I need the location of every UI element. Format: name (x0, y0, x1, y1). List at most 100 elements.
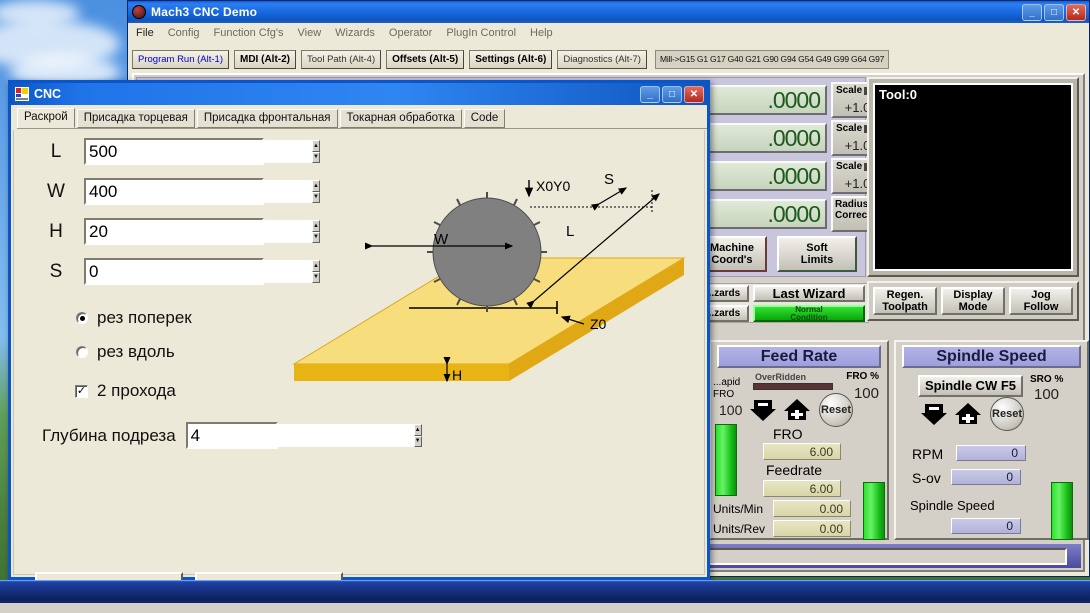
radius-correct-label: Radius Correct (835, 199, 871, 221)
input-depth-wrapper: ▲ ▼ (185, 422, 422, 449)
menu-item-config[interactable]: Config (168, 27, 200, 39)
depth-label: Глубина подреза (42, 425, 176, 445)
menu-item-help[interactable]: Help (530, 27, 553, 39)
label-h: H (452, 367, 462, 383)
radio-cut-across[interactable]: рез поперек (76, 308, 192, 328)
label-s: S (604, 171, 614, 188)
label-x0y0: X0Y0 (536, 178, 570, 194)
feed-rate-left-value[interactable]: 100 (719, 402, 742, 418)
checkbox-icon[interactable]: ✓ (75, 384, 88, 398)
mach3-toolbar: Program Run (Alt-1) MDI (Alt-2) Tool Pat… (132, 47, 1085, 71)
soft-limits-label: Soft Limits (800, 242, 834, 266)
sro-percent-value[interactable]: 100 (1034, 386, 1059, 403)
feedrate-value[interactable]: 6.00 (763, 480, 841, 497)
input-w-wrapper: ▲ ▼ (84, 178, 320, 205)
cnc-tab-content: L ▲ ▼ W ▲ ▼ (13, 130, 705, 613)
cnc-maximize-button[interactable]: □ (662, 85, 682, 103)
mach3-title-text: Mach3 CNC Demo (151, 5, 258, 19)
tab-settings[interactable]: Settings (Alt-6) (469, 49, 553, 69)
cnc-dialog: CNC _ □ ✕ Раскрой Присадка торцевая Прис… (8, 80, 710, 613)
menu-item-view[interactable]: View (298, 27, 322, 39)
radio-button-icon[interactable] (76, 312, 88, 324)
tab-tool-path[interactable]: Tool Path (Alt-4) (301, 49, 382, 69)
rpm-label: RPM (912, 446, 944, 462)
spinner-depth: ▲ ▼ (413, 424, 422, 447)
display-mode-label: Display Mode (953, 289, 993, 313)
sro-percent-label: SRO % (1030, 374, 1064, 385)
tab-prisadka-tortsevaya[interactable]: Присадка торцевая (76, 109, 195, 128)
toolpath-display[interactable]: Tool:0 (873, 83, 1073, 271)
checkbox-two-passes-label: 2 прохода (97, 381, 176, 400)
fro-increase-button[interactable] (783, 398, 811, 422)
dro-x-value[interactable]: .0000 (697, 85, 827, 115)
radio-button-icon[interactable] (76, 346, 88, 358)
close-button[interactable]: ✕ (1066, 3, 1086, 21)
tab-mdi[interactable]: MDI (Alt-2) (234, 49, 296, 69)
units-min-label: Units/Min (713, 502, 764, 516)
spindle-speed-bargraph (1051, 482, 1073, 540)
sov-value[interactable]: 0 (951, 469, 1021, 485)
display-mode-button[interactable]: Display Mode (941, 287, 1005, 315)
jog-follow-button[interactable]: Jog Follow (1009, 287, 1073, 315)
menu-item-function-cfgs[interactable]: Function Cfg's (214, 27, 284, 39)
taskbar-bottom-strip (0, 603, 1090, 613)
cnc-minimize-button[interactable]: _ (640, 85, 660, 103)
fro-decrease-button[interactable] (749, 398, 777, 422)
tab-program-run[interactable]: Program Run (Alt-1) (132, 49, 229, 69)
dro-z-value[interactable]: .0000 (697, 161, 827, 191)
units-rev-value[interactable]: 0.00 (773, 520, 851, 537)
sro-reset-button[interactable]: Reset (990, 397, 1024, 431)
feed-rate-overridden-label: OverRidden (755, 372, 807, 382)
tab-raskroy[interactable]: Раскрой (17, 108, 75, 128)
label-w: W (47, 180, 65, 202)
checkbox-two-passes[interactable]: ✓ 2 прохода (75, 381, 176, 401)
tab-offsets[interactable]: Offsets (Alt-5) (386, 49, 465, 69)
spindle-cw-button[interactable]: Spindle CW F5 (918, 375, 1023, 397)
fro-value[interactable]: 6.00 (763, 443, 841, 460)
spin-up-icon[interactable]: ▲ (413, 424, 422, 436)
tab-code[interactable]: Code (463, 109, 506, 128)
spindle-speed-panel: Spindle Speed Spindle CW F5 SRO % 100 Re… (894, 340, 1089, 540)
minimize-button[interactable]: _ (1022, 3, 1042, 21)
feed-rate-rapid-label: ...apid (713, 377, 741, 388)
input-depth[interactable] (187, 424, 414, 447)
label-z0: Z0 (590, 316, 607, 332)
mach3-menubar: File Config Function Cfg's View Wizards … (128, 23, 1089, 43)
cnc-window-controls: _ □ ✕ (640, 85, 707, 103)
depth-row: Глубина подреза ▲ ▼ (42, 422, 422, 449)
regen-toolpath-button[interactable]: Regen. Toolpath (873, 287, 937, 315)
menu-item-wizards[interactable]: Wizards (335, 27, 375, 39)
feed-rate-bargraph (715, 424, 737, 496)
cnc-titlebar: CNC _ □ ✕ (11, 83, 707, 105)
sro-decrease-button[interactable] (920, 402, 948, 426)
scale-label: Scale (836, 161, 863, 172)
dro-a-value[interactable]: .0000 (697, 199, 827, 229)
tab-tokarnaya-obrabotka[interactable]: Токарная обработка (339, 109, 462, 128)
input-s-wrapper: ▲ ▼ (84, 258, 320, 285)
fro-reset-button[interactable]: Reset (819, 393, 853, 427)
radio-cut-along[interactable]: рез вдоль (76, 342, 175, 362)
sro-increase-button[interactable] (954, 402, 982, 426)
spindle-speed-value[interactable]: 0 (951, 518, 1021, 534)
fro-label: FRO (773, 426, 803, 442)
soft-limits-button[interactable]: Soft Limits (777, 236, 857, 272)
menu-item-operator[interactable]: Operator (389, 27, 432, 39)
dro-y-value[interactable]: .0000 (697, 123, 827, 153)
units-min-value[interactable]: 0.00 (773, 500, 851, 517)
regen-toolpath-label: Regen. Toolpath (882, 289, 928, 313)
desktop: Mach3 CNC Demo _ □ ✕ File Config Functio… (0, 0, 1090, 613)
last-wizard-button[interactable]: Last Wizard (753, 285, 865, 302)
tool-number-label: Tool:0 (879, 87, 918, 102)
input-l-wrapper: ▲ ▼ (84, 138, 320, 165)
tab-diagnostics[interactable]: Diagnostics (Alt-7) (557, 49, 647, 69)
menu-item-file[interactable]: File (136, 27, 154, 39)
fro-percent-value[interactable]: 100 (854, 385, 879, 402)
label-l: L (566, 223, 574, 240)
tab-prisadka-frontalnaya[interactable]: Присадка фронтальная (196, 109, 338, 128)
cnc-close-button[interactable]: ✕ (684, 85, 704, 103)
rpm-value[interactable]: 0 (956, 445, 1026, 461)
maximize-button[interactable]: □ (1044, 3, 1064, 21)
spin-down-icon[interactable]: ▼ (413, 435, 422, 447)
gcode-status-line: Mill->G15 G1 G17 G40 G21 G90 G94 G54 G49… (654, 49, 890, 69)
menu-item-plugin-control[interactable]: PlugIn Control (446, 27, 516, 39)
